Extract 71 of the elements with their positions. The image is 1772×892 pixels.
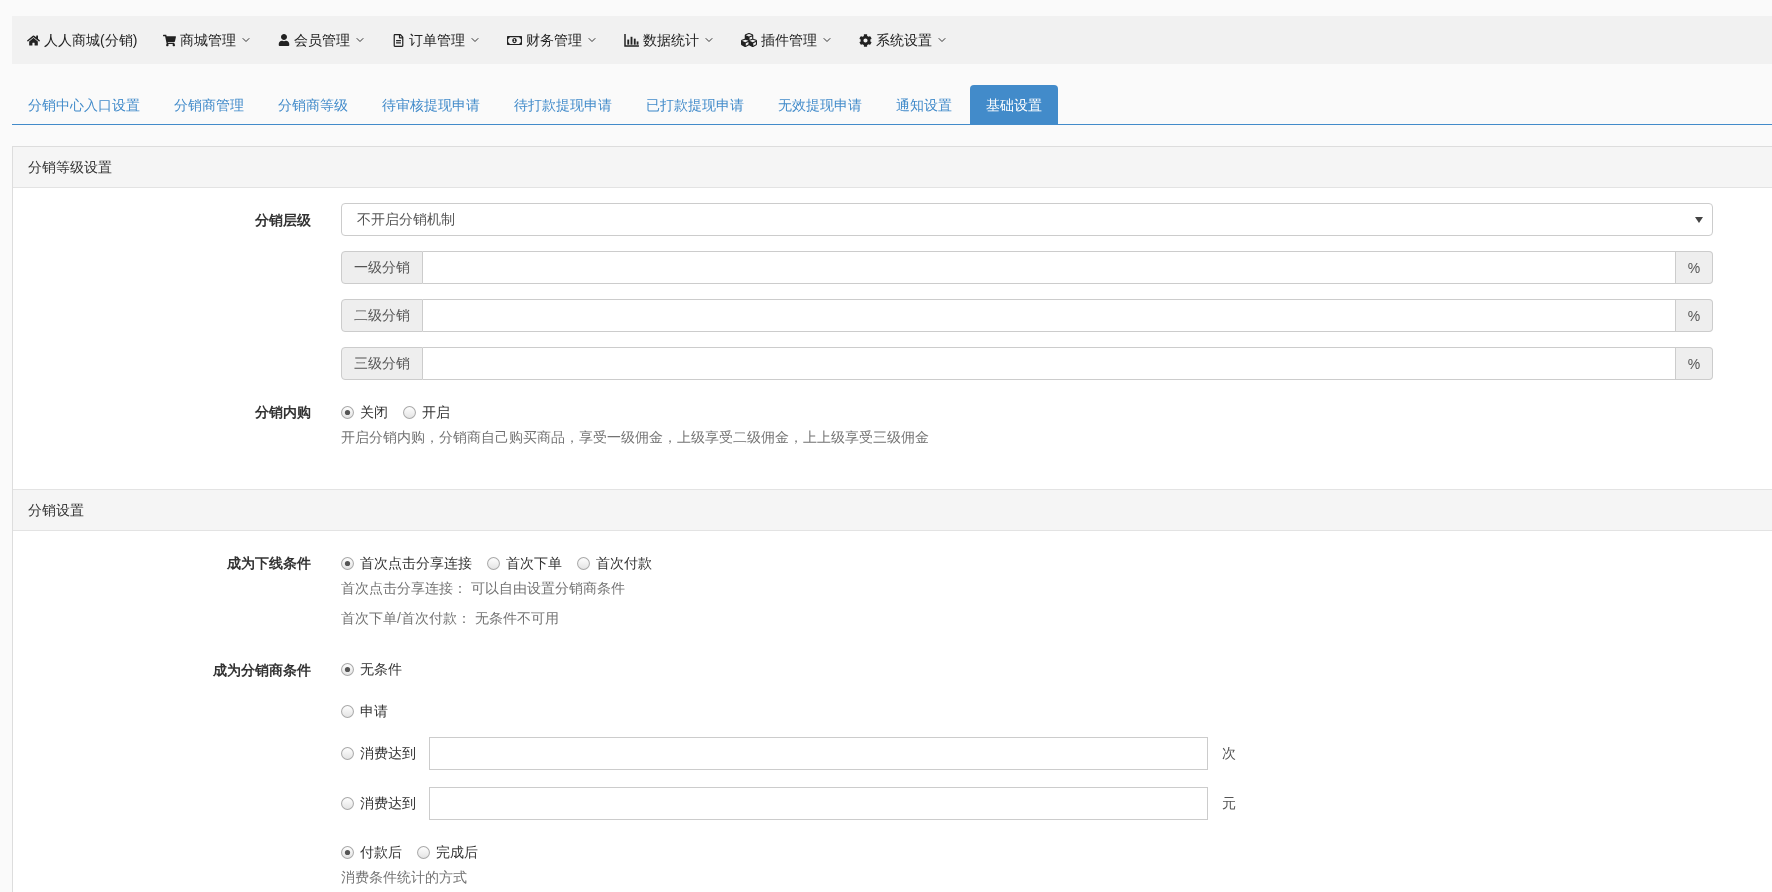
nav-menu-item[interactable]: 插件管理 — [728, 30, 847, 50]
tab[interactable]: 待审核提现申请 — [366, 85, 496, 125]
radio-button[interactable] — [341, 747, 354, 760]
input-addon: 二级分销 — [341, 299, 423, 332]
tab[interactable]: 通知设置 — [880, 85, 968, 125]
form-label: 成为下线条件 — [226, 554, 311, 573]
input-addon: % — [1676, 347, 1713, 380]
bar-chart-icon — [624, 33, 640, 47]
form-label: 成为分销商条件 — [212, 661, 311, 680]
radio-label[interactable]: 付款后 — [360, 842, 402, 862]
unit-label: 次 — [1222, 744, 1236, 763]
input-field[interactable] — [429, 737, 1208, 770]
radio-button[interactable] — [341, 845, 354, 859]
nav-menu-item[interactable]: 系统设置 — [846, 30, 962, 50]
help-text: 消费条件统计的方式 — [341, 868, 468, 887]
nav-menu-item[interactable]: 会员管理 — [265, 30, 380, 50]
nav-brand-link[interactable]: 人人商城(分销) — [14, 30, 151, 50]
input-field[interactable] — [423, 299, 1676, 332]
caret-down-icon — [1695, 216, 1703, 223]
help-text: 首次下单/首次付款： 无条件不可用 — [341, 609, 560, 628]
radio-label[interactable]: 关闭 — [360, 402, 388, 422]
cubes-icon — [741, 32, 758, 48]
input-field[interactable] — [423, 251, 1676, 284]
radio-label[interactable]: 消费达到 — [360, 794, 416, 813]
cart-icon — [163, 33, 177, 47]
tab[interactable]: 分销商等级 — [262, 85, 364, 125]
radio-label[interactable]: 完成后 — [436, 842, 478, 862]
tab[interactable]: 分销商管理 — [158, 85, 260, 125]
radio-button[interactable] — [341, 705, 354, 718]
form-label: 分销层级 — [254, 211, 311, 230]
nav-menu-item[interactable]: 数据统计 — [611, 30, 729, 50]
home-icon — [27, 33, 40, 47]
radio-label[interactable]: 无条件 — [360, 660, 402, 679]
tab[interactable]: 已打款提现申请 — [630, 85, 760, 125]
help-text: 首次点击分享连接： 可以自由设置分销商条件 — [341, 579, 626, 598]
radio-label[interactable]: 消费达到 — [360, 744, 416, 763]
input-addon: 一级分销 — [341, 251, 423, 284]
input-field[interactable] — [429, 787, 1208, 820]
tab[interactable]: 基础设置 — [970, 85, 1058, 125]
radio-button[interactable] — [417, 845, 430, 859]
input-addon: % — [1676, 299, 1713, 332]
user-icon — [278, 34, 291, 46]
radio-label[interactable]: 首次付款 — [596, 553, 652, 573]
tab[interactable]: 分销中心入口设置 — [12, 85, 156, 125]
radio-button[interactable] — [487, 556, 500, 570]
nav-menu-item[interactable]: 商城管理 — [150, 30, 266, 50]
radio-button[interactable] — [341, 663, 354, 676]
help-text: 开启分销内购，分销商自己购买商品，享受一级佣金，上级享受二级佣金，上上级享受三级佣金 — [341, 428, 930, 447]
section-heading: 分销等级设置 — [13, 147, 1772, 188]
form-label: 分销内购 — [254, 403, 311, 422]
tab[interactable]: 无效提现申请 — [762, 85, 878, 125]
document-icon — [392, 33, 406, 47]
input-addon: % — [1676, 251, 1713, 284]
nav-menu-item[interactable]: 订单管理 — [379, 30, 495, 50]
gear-icon — [859, 33, 873, 47]
input-addon: 三级分销 — [341, 347, 423, 380]
radio-label[interactable]: 申请 — [360, 702, 388, 721]
radio-button[interactable] — [341, 405, 354, 419]
radio-button[interactable] — [341, 556, 354, 570]
unit-label: 元 — [1222, 794, 1236, 813]
radio-button[interactable] — [577, 556, 590, 570]
select-field[interactable]: 不开启分销机制 — [341, 203, 1713, 236]
radio-label[interactable]: 首次点击分享连接 — [360, 553, 472, 573]
nav-menu-item[interactable]: 财务管理 — [494, 30, 612, 50]
radio-label[interactable]: 开启 — [422, 402, 450, 422]
section-heading: 分销设置 — [13, 489, 1772, 531]
radio-button[interactable] — [341, 797, 354, 810]
input-field[interactable] — [423, 347, 1676, 380]
tab[interactable]: 待打款提现申请 — [498, 85, 628, 125]
radio-button[interactable] — [403, 405, 416, 419]
radio-label[interactable]: 首次下单 — [506, 553, 562, 573]
